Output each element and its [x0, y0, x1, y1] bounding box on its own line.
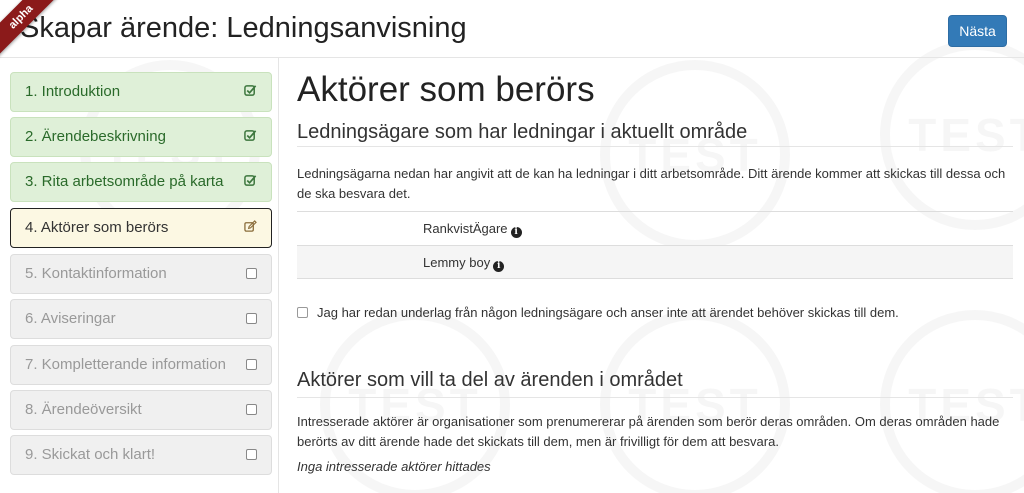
step-aviseringar[interactable]: 6. Aviseringar	[10, 299, 272, 339]
step-label: 7. Kompletterande information	[25, 356, 226, 373]
step-sidebar: 1. Introduktion 2. Ärendebeskrivning 3. …	[0, 58, 279, 493]
table-row: RankvistÄgare i	[297, 211, 1013, 245]
checkbox-label: Jag har redan underlag från någon lednin…	[317, 305, 899, 320]
step-label: 8. Ärendeöversikt	[25, 401, 142, 418]
step-label: 2. Ärendebeskrivning	[25, 128, 166, 145]
owners-table: RankvistÄgare i Lemmy boy i	[297, 211, 1013, 279]
owners-description: Ledningsägarna nedan har angivit att de …	[297, 166, 1006, 201]
empty-square-icon	[246, 404, 257, 415]
owner-name: RankvistÄgare	[423, 221, 508, 236]
interested-heading: Aktörer som vill ta del av ärenden i omr…	[297, 369, 683, 391]
edit-icon	[244, 220, 257, 232]
no-actors-found-text: Inga intresserade aktörer hittades	[297, 459, 491, 474]
empty-square-icon	[246, 359, 257, 370]
step-label: 1. Introduktion	[25, 83, 121, 100]
step-label: 5. Kontaktinformation	[25, 265, 167, 282]
interested-description: Intresserade aktörer är organisationer s…	[297, 414, 1000, 449]
owner-name: Lemmy boy	[423, 255, 491, 270]
page-title: Skapar ärende: Ledningsanvisning	[20, 12, 467, 44]
step-skickat-och-klart[interactable]: 9. Skickat och klart!	[10, 435, 272, 475]
step-kontaktinformation[interactable]: 5. Kontaktinformation	[10, 254, 272, 294]
check-square-icon	[244, 130, 257, 141]
step-aktorer-som-berors[interactable]: 4. Aktörer som berörs	[10, 208, 272, 248]
step-label: 9. Skickat och klart!	[25, 446, 156, 463]
empty-square-icon	[246, 449, 257, 460]
step-rita-arbetsomrade[interactable]: 3. Rita arbetsområde på karta	[10, 162, 272, 202]
table-row: Lemmy boy i	[297, 245, 1013, 279]
step-kompletterande-information[interactable]: 7. Kompletterande information	[10, 345, 272, 385]
step-introduktion[interactable]: 1. Introduktion	[10, 72, 272, 112]
header: Skapar ärende: Ledningsanvisning Nästa	[0, 0, 1024, 58]
divider	[297, 397, 1013, 398]
divider	[297, 146, 1013, 147]
empty-square-icon	[246, 268, 257, 279]
info-icon[interactable]: i	[510, 227, 522, 238]
step-label: 6. Aviseringar	[25, 310, 116, 327]
step-arendebeskrivning[interactable]: 2. Ärendebeskrivning	[10, 117, 272, 157]
info-icon[interactable]: i	[493, 261, 505, 272]
step-label: 4. Aktörer som berörs	[25, 219, 169, 236]
already-have-data-checkbox[interactable]	[297, 307, 308, 318]
check-square-icon	[244, 175, 257, 186]
owners-heading: Ledningsägare som har ledningar i aktuel…	[297, 121, 748, 143]
check-square-icon	[244, 85, 257, 96]
section-heading: Aktörer som berörs	[297, 70, 595, 109]
already-have-data-option: Jag har redan underlag från någon lednin…	[297, 303, 899, 323]
next-button[interactable]: Nästa	[948, 15, 1007, 47]
step-arendeoversikt[interactable]: 8. Ärendeöversikt	[10, 390, 272, 430]
step-label: 3. Rita arbetsområde på karta	[25, 173, 224, 190]
empty-square-icon	[246, 313, 257, 324]
